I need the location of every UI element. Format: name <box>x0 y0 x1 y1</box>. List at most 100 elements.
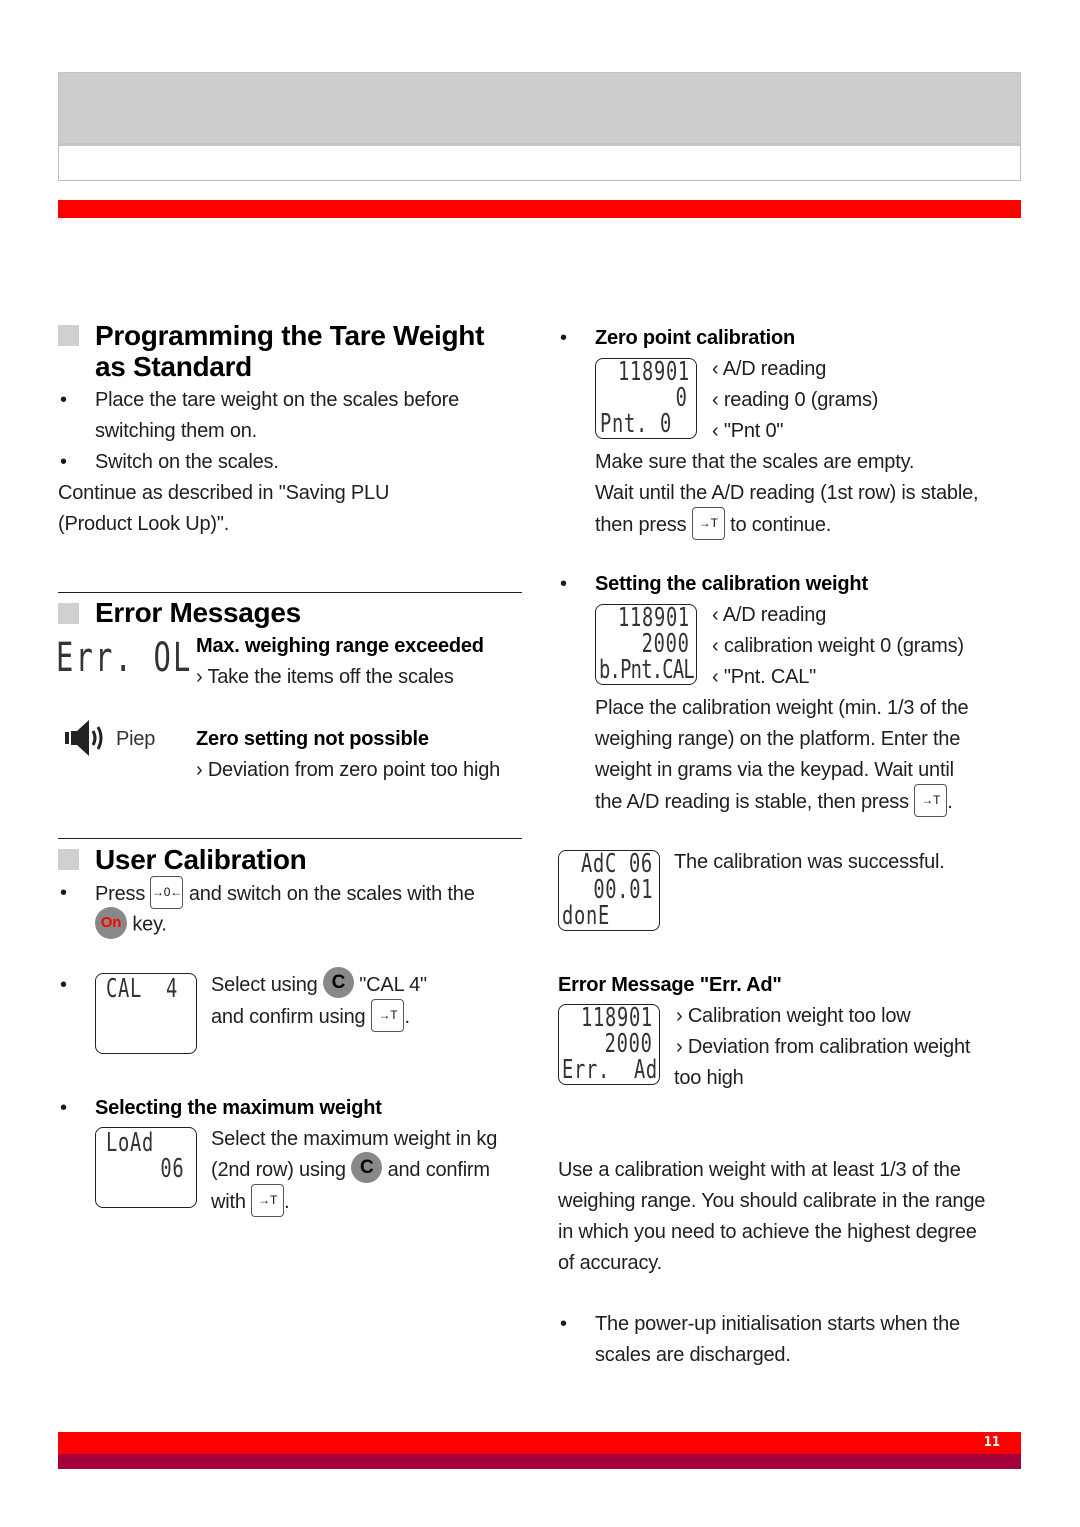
zero-key-icon: →0← <box>150 876 184 909</box>
lcd-label: ‹ calibration weight 0 (grams) <box>712 635 964 657</box>
on-key-line: On key. <box>95 907 167 941</box>
lcd-zero-point: 118901 0 Pnt. 0 <box>595 358 697 439</box>
lcd-row: 00.01 <box>593 875 653 905</box>
zero-point-line3: then press →T to continue. <box>595 507 832 542</box>
bullet-icon: • <box>560 573 568 595</box>
max-weight-heading: Selecting the maximum weight <box>95 1097 382 1119</box>
note-text: weighing range. You should calibrate in … <box>558 1190 986 1212</box>
text: and switch on the scales with the <box>188 882 475 905</box>
max-weight-line3: with →T. <box>211 1184 290 1219</box>
bullet-icon: • <box>60 1097 68 1119</box>
lcd-row: 2000 <box>642 629 690 659</box>
tare-bullet-text: Switch on the scales. <box>95 451 279 473</box>
lcd-label: ‹ "Pnt 0" <box>712 420 784 442</box>
lcd-label: ‹ reading 0 (grams) <box>712 389 879 411</box>
title-line: Programming the Tare Weight <box>95 320 485 351</box>
text: . <box>404 1005 410 1028</box>
lcd-row: Pnt. 0 <box>600 409 672 439</box>
zero-point-heading: Zero point calibration <box>595 327 796 349</box>
text: the A/D reading is stable, then press <box>595 790 909 813</box>
text: to continue. <box>730 513 832 536</box>
err-ad-text: too high <box>674 1067 744 1089</box>
err-ad-text: › Calibration weight too low <box>676 1005 911 1027</box>
tare-key-icon: →T <box>371 999 405 1032</box>
text: key. <box>132 913 167 936</box>
max-weight-line2: (2nd row) using C and confirm <box>211 1152 490 1186</box>
max-weight-text: Select the maximum weight in kg <box>211 1128 498 1150</box>
section-marker-icon <box>58 849 79 870</box>
piep-label: Piep <box>116 728 156 750</box>
lcd-label: ‹ "Pnt. CAL" <box>712 666 817 688</box>
text: and confirm using <box>211 1005 366 1028</box>
text: Select using <box>211 974 318 996</box>
section-marker-icon <box>58 325 79 346</box>
text: then press <box>595 513 687 536</box>
note-text: in which you need to achieve the highest… <box>558 1221 977 1243</box>
lcd-row: b.Pnt.CAL <box>599 655 695 685</box>
text: Press <box>95 882 146 905</box>
lcd-err-ol-display: Err. OL <box>56 635 193 681</box>
lcd-label: ‹ A/D reading <box>712 358 827 380</box>
lcd-row: AdC 06 <box>581 849 653 879</box>
lcd-row: 118901 <box>581 1003 653 1033</box>
section-divider <box>58 592 522 593</box>
lcd-row: donE <box>562 901 610 931</box>
note-bullet-text: scales are discharged. <box>595 1344 791 1366</box>
lcd-row: 06 <box>160 1154 184 1184</box>
zero-point-text: Make sure that the scales are empty. <box>595 451 915 473</box>
c-key-icon: C <box>322 967 354 999</box>
footer-red-bar <box>58 1432 1021 1454</box>
tare-bullet-text: Place the tare weight on the scales befo… <box>95 389 460 411</box>
err-ad-heading: Error Message "Err. Ad" <box>558 974 782 996</box>
cal-weight-text: weighing range) on the platform. Enter t… <box>595 728 961 750</box>
bullet-icon: • <box>560 1313 568 1335</box>
cal-weight-heading: Setting the calibration weight <box>595 573 868 595</box>
err-ad-text: › Deviation from calibration weight <box>676 1036 971 1058</box>
lcd-row: 118901 <box>618 603 690 633</box>
section-marker-icon <box>58 603 79 624</box>
errors-section-title: Error Messages <box>95 597 301 628</box>
title-line: as Standard <box>95 351 252 382</box>
tare-key-icon: →T <box>914 784 948 817</box>
piep-detail: › Deviation from zero point too high <box>196 759 501 781</box>
tare-continue-text: (Product Look Up)". <box>58 513 230 535</box>
text: . <box>284 1190 290 1213</box>
cal4-line2: and confirm using →T. <box>211 999 410 1034</box>
press-zero-line: Press →0← and switch on the scales with … <box>95 876 475 911</box>
lcd-cal4: CAL 4 <box>95 973 197 1054</box>
lcd-cal-weight: 118901 2000 b.Pnt.CAL <box>595 604 697 685</box>
lcd-err-ad: 118901 2000 Err. Ad <box>558 1004 660 1085</box>
header-subbar <box>58 144 1021 181</box>
bullet-icon: • <box>60 882 68 904</box>
lcd-success: AdC 06 00.01 donE <box>558 850 660 931</box>
zero-point-text: Wait until the A/D reading (1st row) is … <box>595 482 979 504</box>
note-bullet-text: The power-up initialisation starts when … <box>595 1313 960 1335</box>
tare-key-icon: →T <box>691 507 725 540</box>
success-text: The calibration was successful. <box>674 851 945 873</box>
cal-weight-text: weight in grams via the keypad. Wait unt… <box>595 759 954 781</box>
text: "CAL 4" <box>359 974 427 996</box>
user-cal-section-title: User Calibration <box>95 844 307 875</box>
cal4-line1: Select using C "CAL 4" <box>211 967 427 1001</box>
lcd-row: 118901 <box>618 357 690 387</box>
c-key-icon: C <box>351 1152 383 1184</box>
tare-continue-text: Continue as described in "Saving PLU <box>58 482 390 504</box>
header-banner <box>58 72 1021 144</box>
on-key-icon: On <box>95 907 127 939</box>
text: (2nd row) using <box>211 1159 346 1181</box>
page-number: 11 <box>983 1435 1000 1450</box>
note-text: of accuracy. <box>558 1252 662 1274</box>
cal-weight-last-line: the A/D reading is stable, then press →T… <box>595 784 953 819</box>
lcd-row: CAL 4 <box>106 974 178 1004</box>
speaker-icon <box>63 717 107 764</box>
lcd-label: ‹ A/D reading <box>712 604 827 626</box>
text: with <box>211 1190 246 1213</box>
piep-heading: Zero setting not possible <box>196 728 429 750</box>
section-divider <box>58 838 522 839</box>
lcd-row: 0 <box>676 383 688 413</box>
bullet-icon: • <box>560 327 568 349</box>
bullet-icon: • <box>60 451 68 473</box>
note-text: Use a calibration weight with at least 1… <box>558 1159 961 1181</box>
text: . <box>947 790 953 813</box>
bullet-icon: • <box>60 389 68 411</box>
